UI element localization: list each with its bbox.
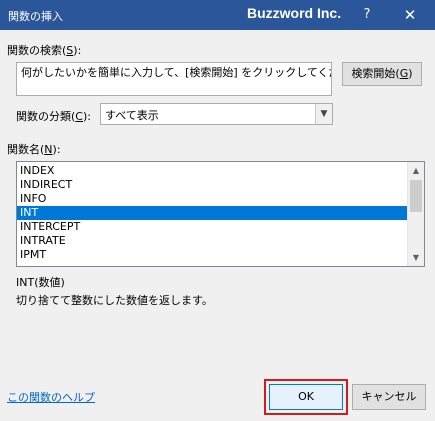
- chevron-down-icon[interactable]: ▼: [315, 104, 332, 124]
- list-scrollbar[interactable]: ▲ ▼: [407, 162, 424, 266]
- list-item[interactable]: INTERCEPT: [17, 220, 408, 234]
- category-select[interactable]: すべて表示 ▼: [100, 103, 333, 125]
- search-label: 関数の検索(S):: [7, 44, 82, 57]
- scroll-thumb[interactable]: [410, 180, 422, 212]
- brand-name: Buzzword Inc.: [247, 5, 342, 21]
- close-button[interactable]: ✕: [398, 4, 422, 26]
- cancel-button[interactable]: キャンセル: [352, 384, 426, 410]
- list-item-selected[interactable]: INT: [17, 206, 408, 220]
- function-name-label: 関数名(N):: [7, 143, 61, 156]
- category-label: 関数の分類(C):: [16, 110, 91, 123]
- function-search-input[interactable]: 何がしたいかを簡単に入力して、[検索開始] をクリックしてください。: [16, 62, 332, 96]
- scroll-up-icon[interactable]: ▲: [408, 162, 424, 179]
- window-title: 関数の挿入: [8, 10, 63, 23]
- list-item[interactable]: INDIRECT: [17, 178, 408, 192]
- help-button[interactable]: ?: [357, 5, 377, 25]
- category-selected-value: すべて表示: [105, 109, 159, 122]
- list-item[interactable]: INTRATE: [17, 234, 408, 248]
- title-bar: 関数の挿入 Buzzword Inc. ? ✕: [0, 0, 435, 30]
- scroll-down-icon[interactable]: ▼: [408, 249, 424, 266]
- ok-button[interactable]: OK: [269, 384, 343, 410]
- function-help-link[interactable]: この関数のヘルプ: [7, 389, 95, 405]
- list-item[interactable]: INDEX: [17, 164, 408, 178]
- search-start-button[interactable]: 検索開始(G): [342, 62, 422, 86]
- function-list[interactable]: INDEX INDIRECT INFO INT INTERCEPT INTRAT…: [16, 161, 425, 267]
- list-item[interactable]: IPMT: [17, 248, 408, 262]
- function-description: 切り捨てて整数にした数値を返します。: [16, 294, 213, 307]
- function-signature: INT(数値): [16, 276, 65, 289]
- list-item[interactable]: INFO: [17, 192, 408, 206]
